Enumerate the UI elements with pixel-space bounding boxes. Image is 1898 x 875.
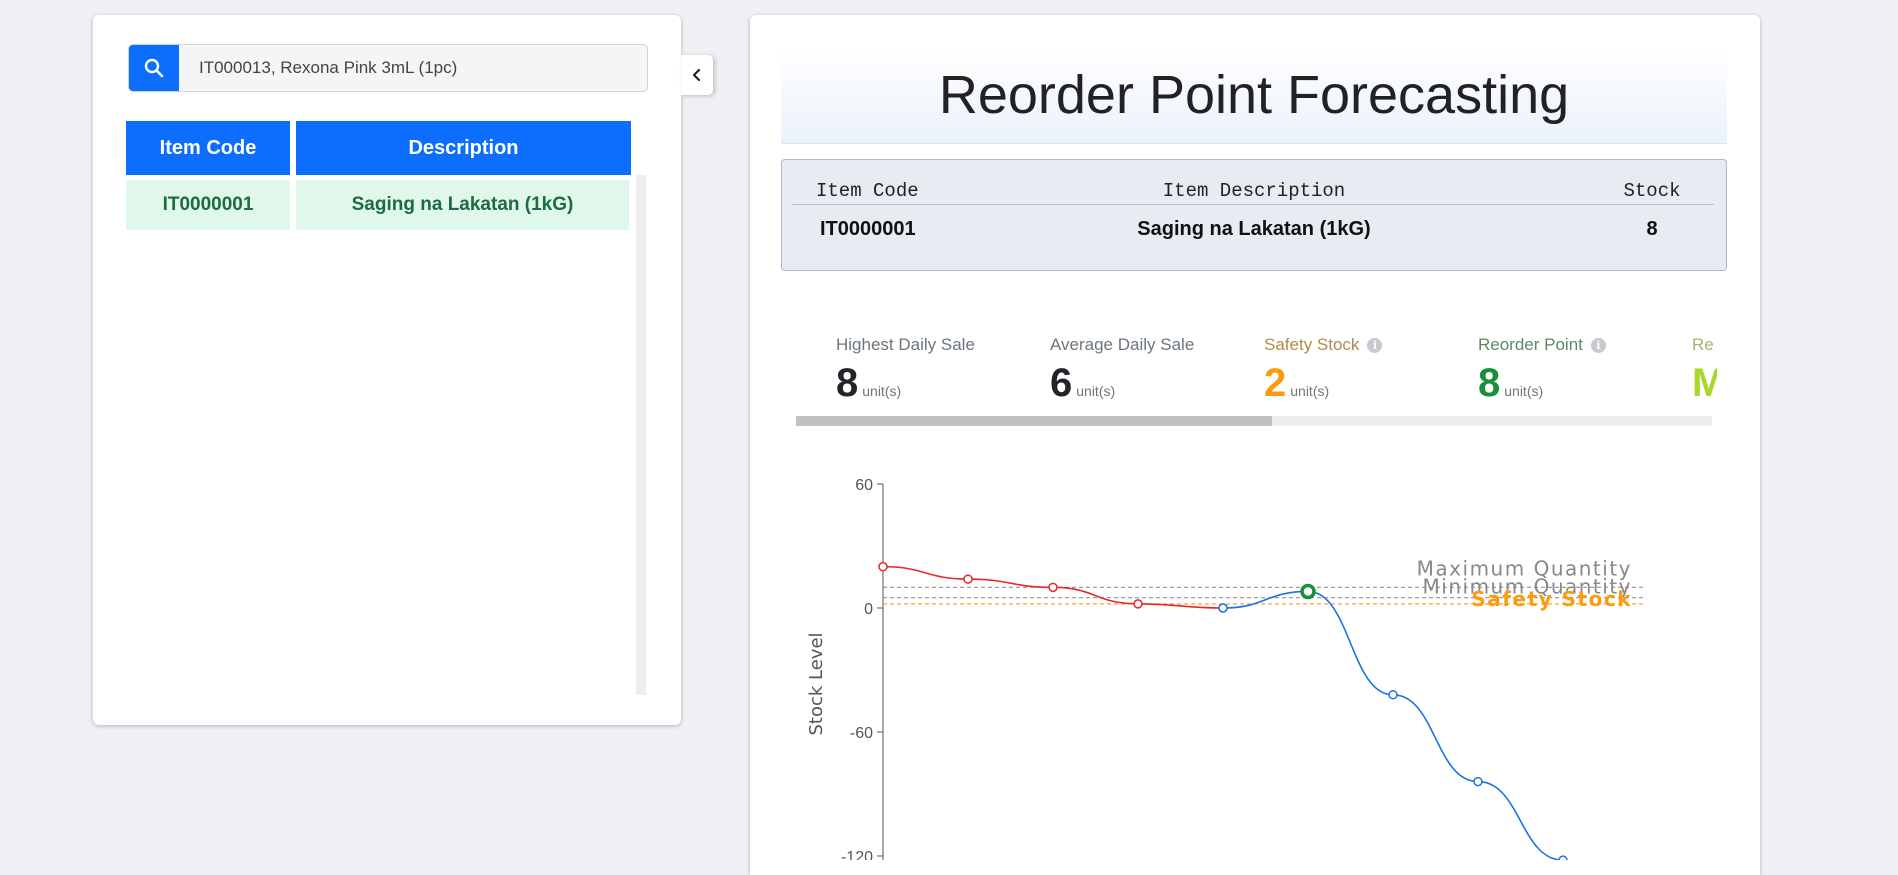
- reorder-point-marker: [1300, 583, 1316, 600]
- y-tick-label: 0: [864, 601, 873, 618]
- y-axis-label: Stock Level: [806, 632, 827, 735]
- y-tick-label: 60: [855, 477, 873, 494]
- data-point: [963, 574, 973, 584]
- y-tick-label: -60: [850, 725, 873, 742]
- data-point: [878, 561, 888, 572]
- stock-level-chart: 600-60-120Stock LevelMaximum QuantityMin…: [806, 477, 1645, 860]
- data-point: [1218, 603, 1228, 613]
- data-point: [1473, 776, 1483, 787]
- reference-line-label: Safety Stock: [1471, 587, 1632, 611]
- y-tick-label: -120: [841, 849, 873, 860]
- data-point: [1388, 690, 1398, 700]
- data-point: [1558, 855, 1568, 860]
- data-point: [1133, 599, 1143, 609]
- series-line: [1222, 590, 1564, 860]
- data-point: [1048, 582, 1058, 593]
